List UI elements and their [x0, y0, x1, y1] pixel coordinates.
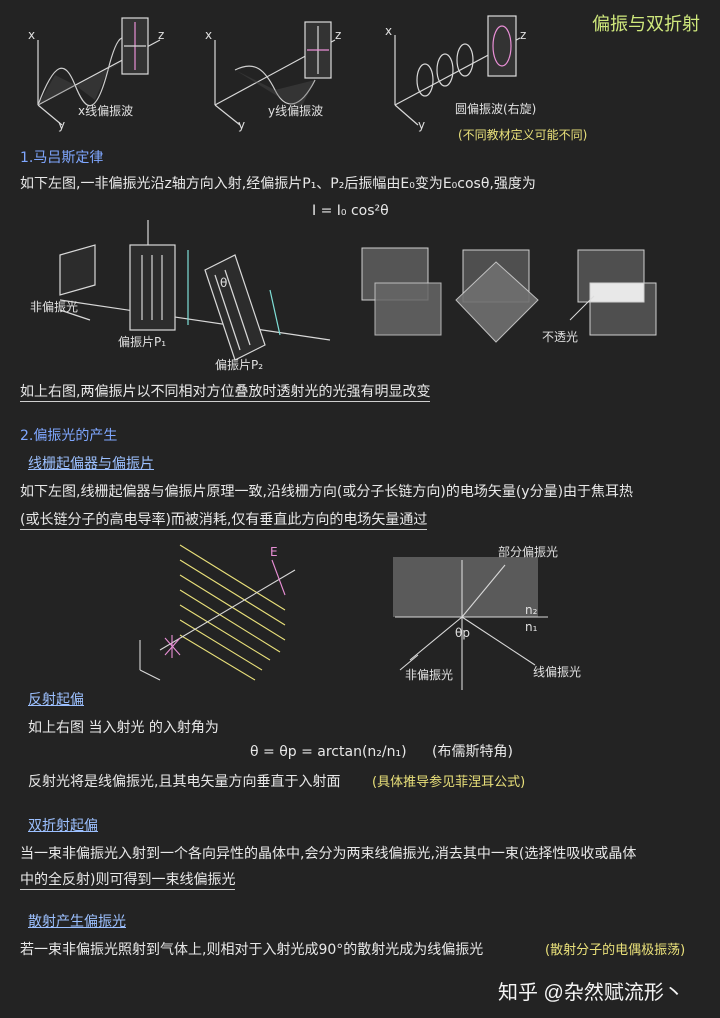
- malus-formula: I = I₀ cos²θ: [312, 203, 389, 219]
- page-title: 偏振与双折射: [592, 14, 700, 35]
- scattering-text: 若一束非偏振光照射到气体上,则相对于入射光成90°的散射光成为线偏振光: [20, 942, 484, 958]
- fig-partial-label: 部分偏振光: [498, 545, 559, 559]
- fig3-axis-y: y: [418, 118, 426, 132]
- section1-line1: 如下左图,一非偏振光沿z轴方向入射,经偏振片P₁、P₂后振幅由E₀变为E₀cos…: [20, 176, 536, 192]
- fig1-axis-y: y: [58, 118, 66, 132]
- scattering-note: (散射分子的电偶极振荡): [545, 943, 686, 958]
- fig3-axis-z: z: [520, 28, 527, 42]
- birefringence-text-b: 中的全反射)则可得到一束线偏振光: [20, 872, 236, 890]
- fig3-axis-x: x: [385, 24, 393, 38]
- fig-theta-label: θ: [220, 276, 228, 290]
- fig-n2-label: n₂: [525, 603, 538, 617]
- reflection-text-a: 如上右图 当入射光 的入射角为: [28, 720, 219, 736]
- note-page: 偏振与双折射 x y z x线偏振波 x y z y线偏振波 x y z 圆偏振…: [0, 0, 720, 1018]
- sub-scattering: 散射产生偏振光: [28, 914, 126, 930]
- birefringence-text-a: 当一束非偏振光入射到一个各向异性的晶体中,会分为两束线偏振光,消去其中一束(选择…: [20, 846, 637, 862]
- fig-p2-label: 偏振片P₂: [215, 358, 264, 372]
- wire-grid-text-b: (或长链分子的高电导率)而被消耗,仅有垂直此方向的电场矢量通过: [20, 512, 428, 530]
- fig-p1-label: 偏振片P₁: [118, 335, 167, 349]
- fig3-caption: 圆偏振波(右旋): [455, 102, 537, 116]
- fig-E-label: E: [270, 545, 278, 559]
- watermark: 知乎 @杂然赋流形丶: [498, 982, 684, 1004]
- brewster-formula: θ = θp = arctan(n₂/n₁): [250, 744, 407, 760]
- figures-layer: [37, 15, 657, 690]
- fig-unpol2-label: 非偏振光: [405, 668, 454, 682]
- opaque-label: 不透光: [542, 330, 579, 344]
- fig2-axis-z: z: [335, 28, 342, 42]
- fig-n1-label: n₁: [525, 620, 538, 634]
- section1-line2: 如上右图,两偏振片以不同相对方位叠放时透射光的光强有明显改变: [20, 384, 431, 402]
- fig2-caption: y线偏振波: [268, 104, 324, 118]
- fig3-note: (不同教材定义可能不同): [458, 128, 588, 142]
- fig-malus-setup: [59, 220, 331, 361]
- reflection-text-b: 反射光将是线偏振光,且其电矢量方向垂直于入射面: [28, 774, 341, 790]
- reflection-note: (具体推导参见菲涅耳公式): [372, 775, 526, 790]
- fig1-axis-x: x: [28, 28, 36, 42]
- fig2-axis-y: y: [238, 118, 246, 132]
- fig-unpolarized-label: 非偏振光: [30, 300, 79, 314]
- fig1-caption: x线偏振波: [78, 104, 134, 118]
- fig-wire-grid: [179, 544, 286, 681]
- sub-birefringence: 双折射起偏: [28, 818, 98, 834]
- section2-heading: 2.偏振光的产生: [20, 428, 118, 444]
- fig-linear-label: 线偏振光: [533, 665, 582, 679]
- wire-grid-text-a: 如下左图,线栅起偏器与偏振片原理一致,沿线栅方向(或分子长链方向)的电场矢量(y…: [20, 484, 634, 500]
- section1-heading: 1.马吕斯定律: [20, 150, 104, 166]
- fig2-axis-x: x: [205, 28, 213, 42]
- fig-thetap-label: θp: [455, 626, 470, 640]
- sub-reflection: 反射起偏: [28, 692, 84, 708]
- fig1-axis-z: z: [158, 28, 165, 42]
- sub-wire-grid: 线栅起偏器与偏振片: [28, 456, 154, 472]
- fig-polarizer-overlap: [361, 247, 657, 343]
- brewster-note: (布儒斯特角): [432, 744, 513, 760]
